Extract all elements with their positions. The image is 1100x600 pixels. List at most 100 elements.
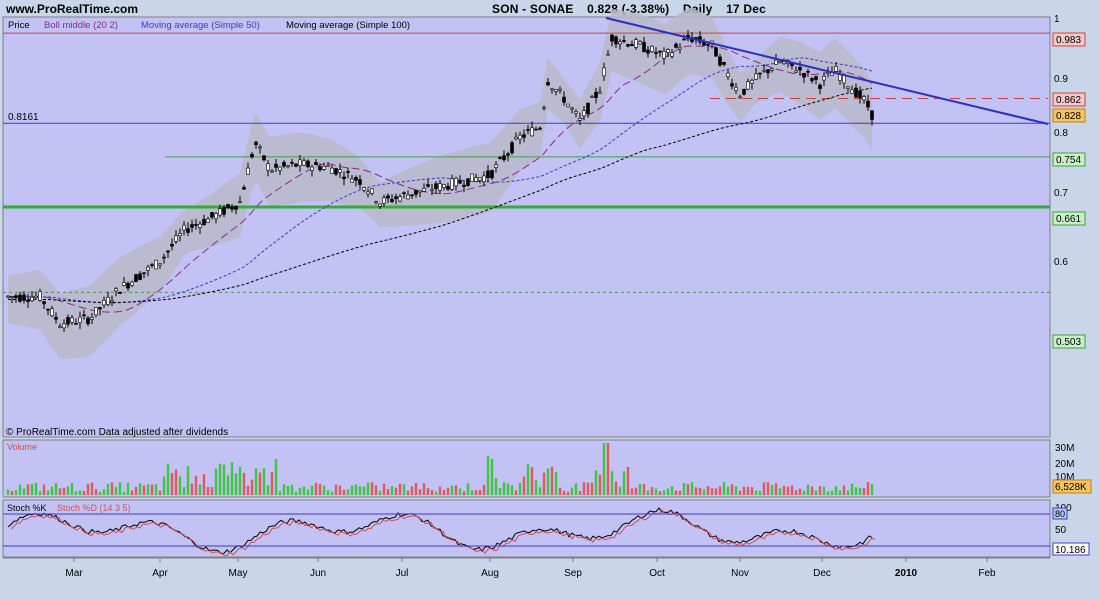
volume-bar — [386, 488, 390, 495]
badge-0754: 0.754 — [1052, 152, 1086, 167]
candle-body — [538, 127, 542, 130]
volume-bar — [10, 490, 14, 495]
volume-bar — [494, 478, 498, 495]
candle — [470, 173, 474, 182]
volume-bar — [690, 482, 694, 495]
candle-body — [394, 196, 398, 199]
volume-bar — [814, 490, 818, 495]
candle-body — [534, 128, 538, 131]
volume-bar — [686, 484, 690, 495]
volume-bar — [722, 482, 726, 495]
candle-body — [222, 206, 226, 215]
volume-bar — [434, 491, 438, 495]
stoch-panel[interactable] — [2, 499, 1051, 558]
volume-bar — [658, 491, 662, 495]
candle-body — [678, 46, 682, 50]
candle-body — [454, 177, 458, 187]
volume-bar — [526, 463, 530, 495]
volume-bar — [462, 491, 466, 495]
candle-body — [334, 168, 338, 175]
axis-tick-0-6: 0.6 — [1054, 257, 1068, 268]
candle-body — [150, 264, 154, 266]
x-axis-label: Mar — [65, 568, 83, 579]
candle-body — [542, 106, 546, 109]
candle-body — [658, 50, 662, 53]
candle-body — [418, 190, 422, 193]
volume-bar — [398, 483, 402, 495]
volume-bar — [634, 487, 638, 495]
volume-bar — [706, 486, 710, 495]
candle-body — [398, 196, 402, 202]
volume-bar — [530, 467, 534, 495]
badge-0828: 0.828 — [1052, 108, 1086, 123]
volume-bar — [6, 489, 10, 495]
candle-body — [522, 134, 526, 138]
volume-bar — [178, 476, 182, 495]
volume-bar — [758, 490, 762, 495]
volume-bar — [538, 487, 542, 495]
volume-bar — [410, 486, 414, 495]
volume-bar — [838, 490, 842, 495]
candle-body — [642, 41, 646, 53]
candle — [226, 203, 230, 209]
volume-bar — [246, 485, 250, 495]
candle-body — [138, 273, 142, 280]
candle-body — [86, 317, 90, 325]
candle-body — [146, 266, 150, 271]
volume-bar — [522, 476, 526, 495]
candle-body — [326, 164, 330, 167]
candle-body — [238, 201, 242, 203]
volume-bar — [654, 488, 658, 495]
volume-bar — [130, 490, 134, 495]
candle-body — [582, 110, 586, 117]
volume-bar — [646, 490, 650, 495]
candle-body — [650, 45, 654, 52]
volume-bar — [334, 484, 338, 495]
candle-body — [654, 52, 658, 54]
price-panel[interactable] — [2, 16, 1051, 438]
volume-bar — [358, 486, 362, 495]
candle-body — [766, 69, 770, 74]
candle-body — [434, 183, 438, 189]
candle — [118, 291, 122, 294]
candle-body — [870, 110, 874, 120]
badge-0983: 0.983 — [1052, 32, 1086, 47]
volume-bar — [570, 487, 574, 495]
volume-bar — [382, 483, 386, 495]
volume-bar — [794, 490, 798, 495]
volume-bar — [550, 466, 554, 495]
candle-body — [666, 49, 670, 53]
volume-bar — [730, 484, 734, 495]
candle-body — [594, 91, 598, 98]
volume-bar — [486, 455, 490, 495]
badge-0862: 0.862 — [1052, 92, 1086, 107]
candle-body — [742, 88, 746, 95]
candle-body — [330, 167, 334, 174]
volume-bar — [270, 472, 274, 495]
candle-body — [202, 218, 206, 226]
candle-body — [662, 51, 666, 59]
x-axis-label: Jun — [310, 568, 326, 579]
volume-panel[interactable] — [2, 439, 1051, 498]
volume-bar — [806, 484, 810, 495]
volume-bar — [610, 471, 614, 495]
candle-body — [550, 88, 554, 91]
svg-text:0.503: 0.503 — [1056, 337, 1081, 348]
candle-body — [802, 73, 806, 78]
candle — [714, 46, 718, 57]
volume-bar — [234, 473, 238, 495]
candle — [466, 178, 470, 187]
volume-bar — [134, 486, 138, 495]
candle-body — [558, 88, 562, 91]
candle-body — [810, 78, 814, 82]
stock-chart[interactable]: Price Boll middle (20 2) Moving average … — [0, 0, 1100, 600]
candle-body — [370, 188, 374, 194]
volume-bar — [266, 485, 270, 495]
candle-body — [438, 183, 442, 191]
candle-body — [806, 70, 810, 73]
volume-tick-30m: 30M — [1055, 443, 1074, 454]
volume-bar — [314, 482, 318, 495]
volume-bar — [198, 484, 202, 495]
candle-body — [350, 178, 354, 183]
volume-badge: 6,528K — [1052, 479, 1092, 494]
